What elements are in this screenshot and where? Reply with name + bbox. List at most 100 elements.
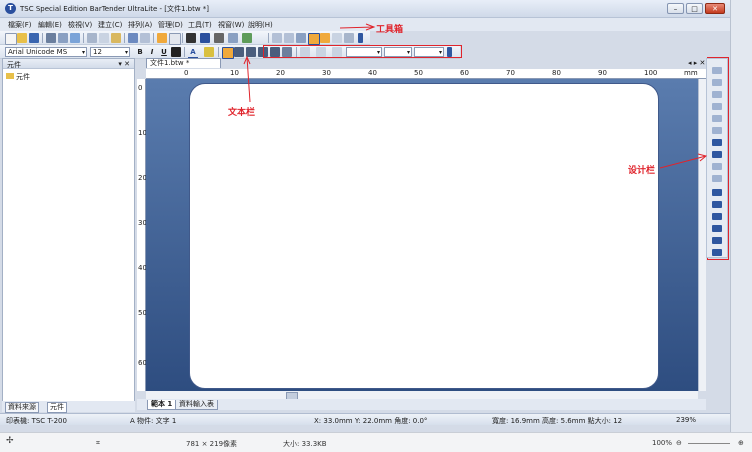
menu-file[interactable]: 檔案(F) (8, 20, 32, 30)
align-left-icon[interactable] (222, 47, 234, 59)
align-icon[interactable] (712, 151, 722, 158)
move-icon[interactable]: ✢ (6, 436, 14, 446)
minimize-button[interactable]: – (667, 3, 684, 14)
components-panel-title: 元件 (7, 61, 21, 69)
design-tool-icon[interactable] (712, 91, 722, 98)
maximize-button[interactable]: □ (686, 3, 703, 14)
font-select[interactable]: Arial Unicode MS ▾ (5, 47, 87, 57)
standard-toolbar (0, 31, 370, 45)
label-template[interactable] (189, 83, 659, 389)
menu-tools[interactable]: 工具(T) (188, 20, 212, 30)
tab-data-entry[interactable]: 資料輸入表 (175, 400, 218, 410)
cut-icon[interactable] (87, 33, 97, 43)
document-tab[interactable]: 文件1.btw * (146, 58, 221, 68)
redo-icon[interactable] (140, 33, 150, 43)
status-object: A 物件: 文字 1 (130, 417, 177, 425)
bold-button[interactable]: B (135, 47, 145, 57)
outer-side-strip (730, 0, 752, 432)
design-tool-icon[interactable] (712, 115, 722, 122)
components-panel: 元件 ▾ ✕ 元件 (2, 58, 135, 412)
underline-button[interactable]: U (159, 47, 169, 57)
print-icon[interactable] (46, 33, 56, 43)
arrange-icon[interactable] (712, 189, 722, 196)
toolbar-options-icon[interactable] (358, 33, 363, 43)
align-center-icon[interactable] (234, 47, 244, 57)
text-tool-icon[interactable] (200, 33, 210, 43)
design-tool-icon[interactable] (712, 175, 722, 182)
arrange-icon[interactable] (712, 213, 722, 220)
tab-data-sources[interactable]: 資料來源 (5, 402, 39, 413)
status-printer: 印表機: TSC T-200 (6, 417, 67, 425)
zoom-out-button[interactable]: ⊖ (676, 439, 682, 447)
line-tool-icon[interactable] (214, 33, 224, 43)
components-panel-header: 元件 ▾ ✕ (3, 59, 134, 69)
design-tool-icon[interactable] (712, 163, 722, 170)
zoom-slider[interactable] (688, 443, 730, 444)
design-options-icon[interactable] (712, 249, 722, 256)
folder-icon (6, 73, 14, 79)
menu-create[interactable]: 建立(C) (98, 20, 122, 30)
tree-item-components[interactable]: 元件 (6, 72, 30, 82)
menu-help[interactable]: 說明(H) (248, 20, 273, 30)
menu-window[interactable]: 視窗(W) (218, 20, 244, 30)
zoom-in-icon[interactable] (272, 33, 282, 43)
fit-page-icon[interactable] (296, 33, 306, 43)
zoom-icon[interactable] (70, 33, 80, 43)
vertical-scrollbar[interactable] (698, 79, 706, 391)
viewer-filesize: 大小: 33.3KB (283, 440, 327, 448)
menu-edit[interactable]: 編輯(E) (38, 20, 62, 30)
grid-icon[interactable] (332, 33, 342, 43)
design-tool-icon[interactable] (712, 103, 722, 110)
viewer-dimensions: 781 × 219像素 (186, 440, 238, 448)
barcode-tool-icon[interactable] (186, 33, 196, 43)
document-nav-icons[interactable]: ◂ ▸ ✕ (688, 59, 705, 67)
horizontal-scrollbar[interactable] (146, 391, 698, 400)
tab-template-1[interactable]: 範本 1 (147, 400, 177, 410)
zoom-in-button[interactable]: ⊕ (738, 439, 744, 447)
sheet-tabs: 範本 1 資料輸入表 (137, 399, 706, 410)
pointer-tool-icon[interactable] (157, 33, 167, 43)
vertical-ruler: 0 10 20 30 40 50 60 (137, 79, 147, 391)
highlight-color-icon[interactable] (204, 47, 214, 57)
horizontal-ruler: 0 10 20 30 40 50 60 70 80 90 100 mm (146, 69, 706, 79)
italic-button[interactable]: I (147, 47, 157, 57)
zoom-out-icon[interactable] (284, 33, 294, 43)
open-folder-icon[interactable] (17, 33, 27, 43)
text-cursor-icon[interactable] (169, 33, 181, 45)
design-tool-icon[interactable] (712, 79, 722, 86)
reverse-text-icon[interactable] (171, 47, 181, 57)
status-zoom[interactable]: 239% (676, 416, 696, 424)
font-size-select[interactable]: 12 ▾ (90, 47, 130, 57)
close-button[interactable]: ✕ (705, 3, 725, 14)
design-tool-icon[interactable] (712, 127, 722, 134)
menu-view[interactable]: 檢視(V) (68, 20, 92, 30)
table-icon[interactable] (344, 33, 354, 43)
menu-arrange[interactable]: 排列(A) (128, 20, 152, 30)
tab-components[interactable]: 元件 (47, 402, 67, 413)
rotate-icon[interactable] (712, 225, 722, 232)
save-icon[interactable] (29, 33, 39, 43)
status-size: 寬度: 16.9mm 高度: 5.6mm 點大小: 12 (492, 417, 623, 425)
crop-icon[interactable]: ⌗ (96, 439, 100, 448)
new-file-icon[interactable] (5, 33, 17, 45)
textbar-highlight-box (263, 45, 462, 58)
app-logo-icon: T (5, 3, 16, 14)
database-setup-icon[interactable] (320, 33, 330, 43)
page-setup-icon[interactable] (308, 33, 320, 45)
panel-pin-close-icon[interactable]: ▾ ✕ (118, 60, 130, 68)
picture-tool-icon[interactable] (242, 33, 252, 43)
print-preview-icon[interactable] (58, 33, 68, 43)
window-title: TSC Special Edition BarTender UltraLite … (20, 5, 210, 13)
paste-icon[interactable] (111, 33, 121, 43)
undo-icon[interactable] (128, 33, 138, 43)
align-icon[interactable] (712, 139, 722, 146)
viewer-status-bar: ✢ ⌗ 781 × 219像素 大小: 33.3KB 100% ⊖ ⊕ (0, 432, 752, 452)
status-position: X: 33.0mm Y: 22.0mm 角度: 0.0° (314, 417, 428, 425)
align-right-icon[interactable] (246, 47, 256, 57)
menu-manage[interactable]: 管理(D) (158, 20, 183, 30)
copy-icon[interactable] (99, 33, 109, 43)
shape-tool-icon[interactable] (228, 33, 238, 43)
arrange-icon[interactable] (712, 201, 722, 208)
rotate-icon[interactable] (712, 237, 722, 244)
design-tool-icon[interactable] (712, 67, 722, 74)
